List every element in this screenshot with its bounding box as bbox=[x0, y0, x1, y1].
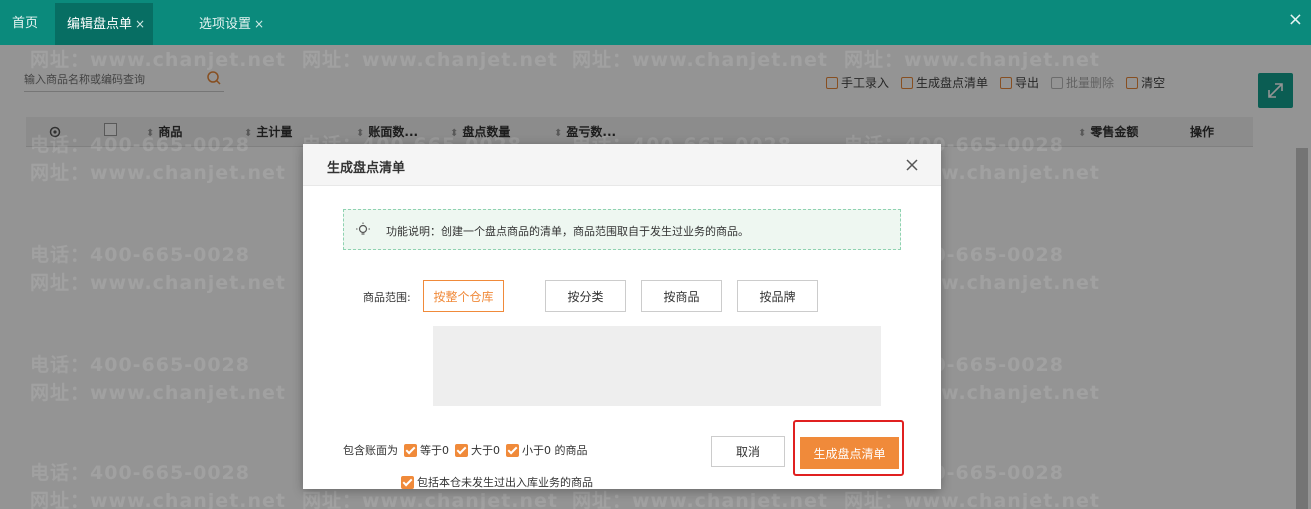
top-tab-bar: 首页 编辑盘点单 × 选项设置 × × bbox=[0, 0, 1311, 45]
watermark: 网址：www.chanjet.net bbox=[30, 49, 286, 71]
checkbox-label: 小于0 的商品 bbox=[522, 444, 588, 457]
watermark: 网址：www.chanjet.net bbox=[30, 490, 286, 509]
include-unused-row: 包括本仓未发生过出入库业务的商品 bbox=[401, 474, 593, 490]
tab-label: 编辑盘点单 bbox=[67, 17, 133, 32]
cancel-button[interactable]: 取消 bbox=[711, 436, 785, 467]
checkbox-label: 包括本仓未发生过出入库业务的商品 bbox=[417, 476, 593, 489]
generate-list-dialog: 生成盘点清单 功能说明：创建一个盘点商品的清单，商品范围取自于发生过业务的商品。… bbox=[303, 144, 941, 489]
range-warehouse-button[interactable]: 按整个仓库 bbox=[423, 280, 504, 312]
range-label: 商品范围: bbox=[363, 291, 411, 304]
tab-home[interactable]: 首页 bbox=[0, 3, 50, 45]
tab-label: 首页 bbox=[12, 16, 39, 31]
highlight-box: 生成盘点清单 bbox=[793, 420, 904, 476]
info-text: 功能说明：创建一个盘点商品的清单，商品范围取自于发生过业务的商品。 bbox=[386, 225, 749, 238]
watermark: 网址：www.chanjet.net bbox=[572, 490, 828, 509]
lightbulb-icon bbox=[356, 222, 370, 235]
include-label: 包含账面为 bbox=[343, 444, 398, 457]
watermark: 电话：400-665-0028 bbox=[30, 244, 250, 266]
tab-edit-stocktake[interactable]: 编辑盘点单 × bbox=[55, 3, 154, 45]
range-selection-area bbox=[433, 326, 881, 406]
watermark: 网址：www.chanjet.net bbox=[572, 49, 828, 71]
close-icon[interactable]: × bbox=[1288, 9, 1303, 30]
watermark: 网址：www.chanjet.net bbox=[844, 490, 1100, 509]
include-balance-row: 包含账面为 等于0 大于0 小于0 的商品 bbox=[343, 442, 588, 458]
watermark: 电话：400-665-0028 bbox=[30, 354, 250, 376]
less-zero-checkbox[interactable] bbox=[506, 443, 519, 457]
generate-list-confirm-button[interactable]: 生成盘点清单 bbox=[800, 437, 899, 469]
checkbox-label: 等于0 bbox=[420, 444, 449, 457]
close-icon[interactable]: × bbox=[135, 17, 145, 31]
dialog-title: 生成盘点清单 bbox=[327, 161, 406, 176]
watermark: 网址：www.chanjet.net bbox=[30, 162, 286, 184]
greater-zero-checkbox[interactable] bbox=[455, 443, 468, 457]
info-notice: 功能说明：创建一个盘点商品的清单，商品范围取自于发生过业务的商品。 bbox=[343, 209, 901, 250]
watermark: 网址：www.chanjet.net bbox=[30, 382, 286, 404]
range-brand-button[interactable]: 按品牌 bbox=[737, 280, 818, 312]
close-icon[interactable]: × bbox=[254, 17, 264, 31]
watermark: 网址：www.chanjet.net bbox=[844, 49, 1100, 71]
tab-label: 选项设置 bbox=[199, 17, 252, 32]
watermark: 电话：400-665-0028 bbox=[30, 134, 250, 156]
watermark: 网址：www.chanjet.net bbox=[302, 49, 558, 71]
range-category-button[interactable]: 按分类 bbox=[545, 280, 626, 312]
checkbox-label: 大于0 bbox=[471, 444, 500, 457]
watermark: 网址：www.chanjet.net bbox=[30, 272, 286, 294]
include-unused-checkbox[interactable] bbox=[401, 475, 414, 489]
equal-zero-checkbox[interactable] bbox=[404, 443, 417, 457]
tab-options[interactable]: 选项设置 × bbox=[187, 3, 276, 45]
watermark: 电话：400-665-0028 bbox=[30, 462, 250, 484]
dialog-header: 生成盘点清单 bbox=[303, 144, 941, 186]
close-icon[interactable] bbox=[903, 156, 921, 174]
range-product-button[interactable]: 按商品 bbox=[641, 280, 722, 312]
